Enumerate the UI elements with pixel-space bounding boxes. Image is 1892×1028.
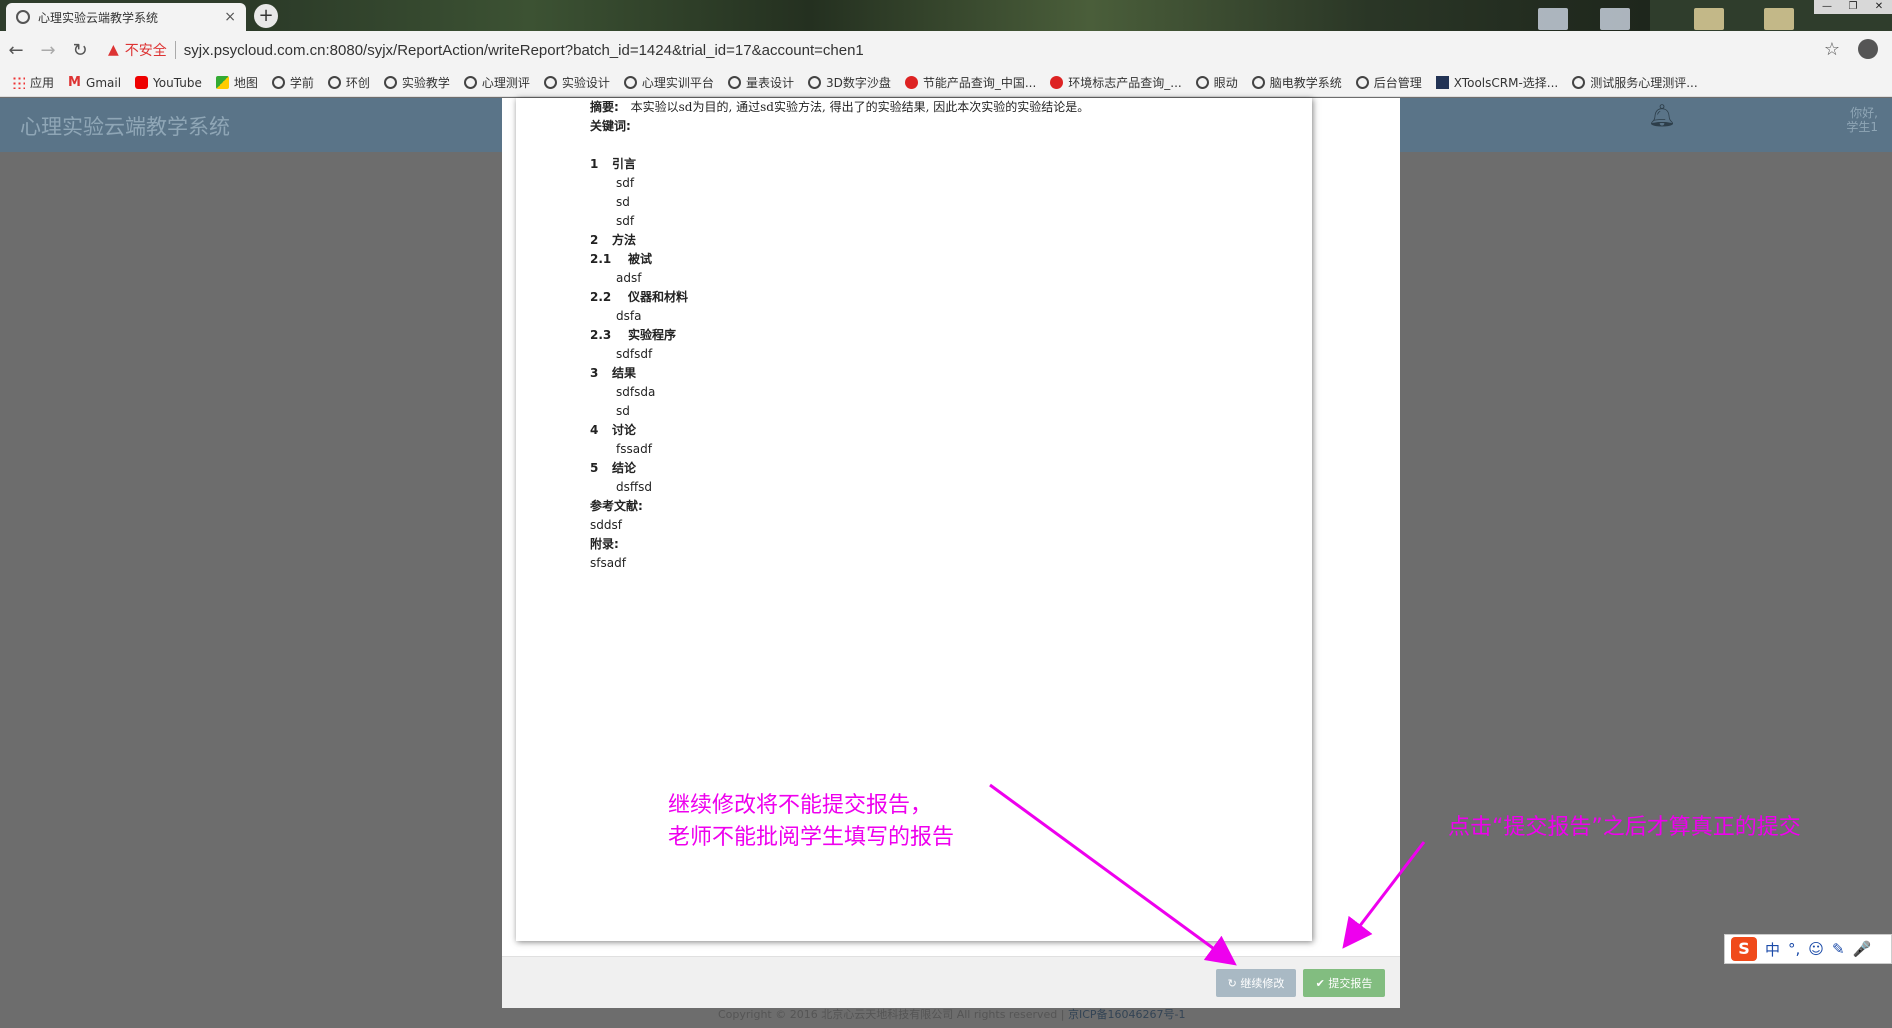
ime-pen-icon[interactable]: ✎ (1832, 940, 1845, 958)
annotation-arrows (989, 783, 1426, 966)
ime-toolbar: S 中 °, ☺ ✎ 🎤 (1724, 934, 1892, 964)
ime-mic-icon[interactable]: 🎤 (1853, 940, 1872, 958)
arrow-to-continue-edit (989, 783, 1237, 966)
copyright-text: Copyright © 2016 北京心云天地科技有限公司 All rights… (718, 1008, 1068, 1021)
ime-chinese-mode[interactable]: 中 (1765, 939, 1780, 960)
arrow-to-submit (1342, 841, 1426, 949)
ime-emoji-icon[interactable]: ☺ (1808, 940, 1824, 958)
page-footer: Copyright © 2016 北京心云天地科技有限公司 All rights… (718, 1006, 1185, 1022)
ime-punctuation-icon[interactable]: °, (1788, 940, 1800, 958)
sogou-logo[interactable]: S (1731, 937, 1757, 961)
icp-link[interactable]: 京ICP备16046267号-1 (1068, 1008, 1186, 1021)
